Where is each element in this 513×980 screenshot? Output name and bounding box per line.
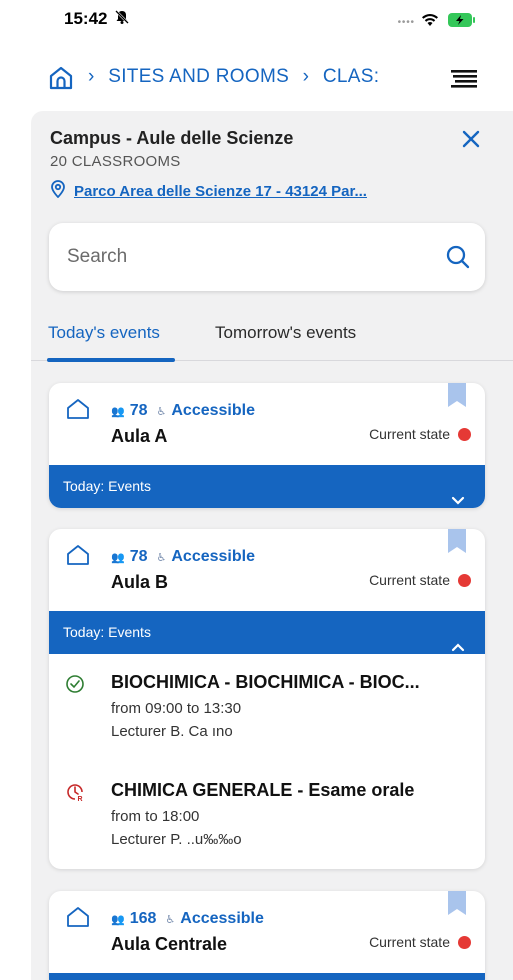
chevron-up-icon <box>451 626 465 669</box>
status-indicators: • • • • <box>398 12 477 33</box>
clock-alert-icon: R <box>65 782 85 807</box>
current-state-label: Current state <box>369 426 450 442</box>
nav-bar: › SITES AND ROOMS › CLAS: <box>0 58 513 98</box>
wifi-icon <box>421 13 439 32</box>
events-toggle[interactable]: Today: Events <box>49 611 485 654</box>
campus-address-link[interactable]: Parco Area delle Scienze 17 - 43124 Par.… <box>74 183 367 200</box>
check-circle-icon <box>65 674 85 699</box>
event-title: CHIMICA GENERALE - Esame orale <box>111 780 415 800</box>
room-icon <box>66 906 90 933</box>
battery-charging-icon <box>447 12 477 33</box>
breadcrumb-classrooms[interactable]: CLAS: <box>323 66 379 87</box>
close-icon[interactable] <box>458 126 484 152</box>
room-icon <box>66 398 90 425</box>
event-time: from 09:00 to 13:30 <box>111 700 242 717</box>
current-state: Current state <box>369 572 471 588</box>
breadcrumb: › SITES AND ROOMS › CLAS: <box>88 66 428 88</box>
current-state-label: Current state <box>369 572 450 588</box>
search-input[interactable] <box>67 243 427 271</box>
bookmark-icon[interactable] <box>448 383 466 412</box>
wheelchair-icon: ♿ <box>156 551 167 564</box>
event-tabs: Today's events Tomorrow's events <box>31 315 513 362</box>
signal-icon: • • • • <box>397 17 414 28</box>
chevron-right-icon: › <box>88 66 95 87</box>
active-tab-indicator <box>47 358 175 362</box>
search-icon[interactable] <box>445 244 471 275</box>
event-item[interactable]: R CHIMICA GENERALE - Esame orale from to… <box>49 780 485 850</box>
bookmark-icon[interactable] <box>448 891 466 920</box>
room-card[interactable]: 👥 78 ♿ Accessible Aula B Current state T… <box>49 529 485 869</box>
event-lecturer: Lecturer P. ..u‰‰o <box>111 831 242 848</box>
room-capacity: 👥 78 ♿ Accessible <box>111 402 255 420</box>
campus-title: Campus - Aule delle Scienze <box>50 128 294 148</box>
menu-icon[interactable] <box>451 70 477 93</box>
chevron-right-icon: › <box>302 66 310 87</box>
campus-classroom-count: 20 CLASSROOMS <box>50 153 181 170</box>
people-icon: 👥 <box>111 405 125 418</box>
people-icon: 👥 <box>111 551 125 564</box>
state-indicator-dot <box>458 573 471 587</box>
events-toggle-label: Today: Events <box>63 478 151 494</box>
wheelchair-icon: ♿ <box>156 405 167 418</box>
events-toggle-label: Today: Events <box>63 624 151 640</box>
room-capacity: 👥 168 ♿ Accessible <box>111 910 264 928</box>
state-indicator-dot <box>458 935 471 949</box>
current-state-label: Current state <box>369 934 450 950</box>
tab-tomorrows-events[interactable]: Tomorrow's events <box>215 323 356 343</box>
event-lecturer: Lecturer B. Ca ıno <box>111 723 233 740</box>
campus-address: Parco Area delle Scienze 17 - 43124 Par.… <box>50 180 367 203</box>
muted-bell-icon <box>114 9 130 28</box>
capacity-value: 78 <box>129 548 148 565</box>
room-name: Aula B <box>111 572 169 592</box>
accessible-label: Accessible <box>180 910 264 927</box>
status-time: 15:42 <box>64 9 108 28</box>
bookmark-icon[interactable] <box>448 529 466 558</box>
room-name: Aula A <box>111 426 168 446</box>
events-toggle[interactable]: Today: Events <box>49 465 485 508</box>
event-time: from to 18:00 <box>111 808 200 825</box>
event-title: BIOCHIMICA - BIOCHIMICA - BIOC... <box>111 672 420 692</box>
location-pin-icon <box>50 180 66 203</box>
chevron-down-icon <box>451 480 465 508</box>
search-box <box>49 223 485 291</box>
status-bar: 15:42 • • • • <box>0 0 513 44</box>
room-icon <box>66 544 90 571</box>
events-toggle[interactable] <box>49 973 485 980</box>
current-state: Current state <box>369 934 471 950</box>
room-card[interactable]: 👥 78 ♿ Accessible Aula A Current state T… <box>49 383 485 508</box>
breadcrumb-sites-and-rooms[interactable]: SITES AND ROOMS <box>108 66 289 87</box>
home-icon[interactable] <box>48 65 74 96</box>
room-card[interactable]: 👥 168 ♿ Accessible Aula Centrale Current… <box>49 891 485 980</box>
room-capacity: 👥 78 ♿ Accessible <box>111 548 255 566</box>
people-icon: 👥 <box>111 913 125 926</box>
svg-text:R: R <box>78 796 83 802</box>
tab-todays-events[interactable]: Today's events <box>48 323 160 343</box>
capacity-value: 78 <box>129 402 148 419</box>
current-state: Current state <box>369 426 471 442</box>
event-item[interactable]: BIOCHIMICA - BIOCHIMICA - BIOC... from 0… <box>49 672 485 742</box>
state-indicator-dot <box>458 427 471 441</box>
wheelchair-icon: ♿ <box>165 913 176 926</box>
accessible-label: Accessible <box>171 402 255 419</box>
accessible-label: Accessible <box>171 548 255 565</box>
capacity-value: 168 <box>129 910 157 927</box>
room-name: Aula Centrale <box>111 934 228 954</box>
